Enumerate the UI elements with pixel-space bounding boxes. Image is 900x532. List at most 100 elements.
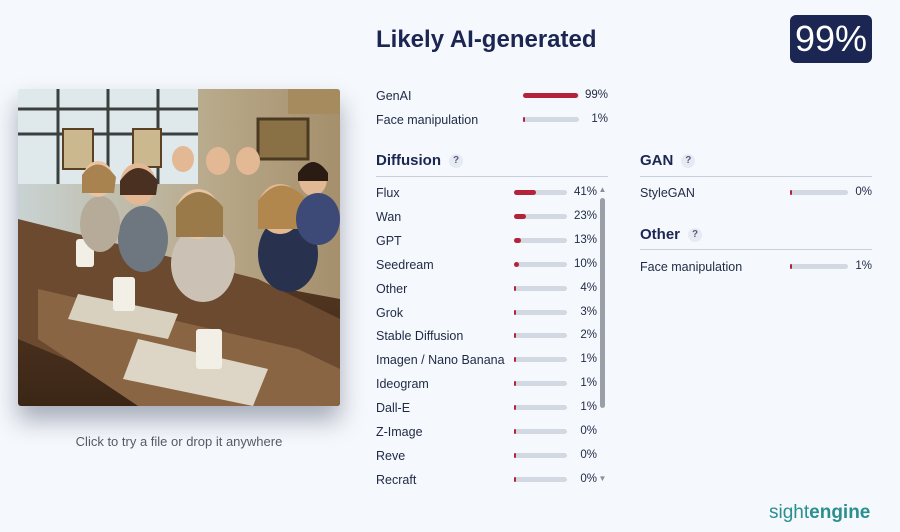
score-bar-fill <box>514 476 516 482</box>
score-row: GenAI 99% <box>376 86 616 106</box>
brand-part-1: sight <box>769 502 810 523</box>
score-label: Grok <box>376 305 404 320</box>
score-bar <box>514 333 567 339</box>
score-label: Other <box>376 281 408 296</box>
score-percent: 0% <box>855 186 872 198</box>
score-row: Stable Diffusion 2% <box>376 326 598 346</box>
score-bar <box>514 285 567 291</box>
score-bar-fill <box>790 190 792 195</box>
score-bar <box>514 213 567 219</box>
diffusion-section-title: Diffusion? <box>376 152 463 169</box>
score-bar-fill <box>514 261 519 267</box>
score-bar <box>514 476 567 482</box>
scroll-down-icon[interactable]: ▼ <box>598 475 607 483</box>
score-label: GPT <box>376 233 402 248</box>
score-bar-fill <box>790 264 792 269</box>
score-bar <box>514 261 567 267</box>
score-bar <box>514 452 567 458</box>
score-bar <box>514 381 567 387</box>
score-bar-fill <box>514 309 516 315</box>
score-row: Other 4% <box>376 279 598 299</box>
score-row: Reve 0% <box>376 446 598 466</box>
help-icon[interactable]: ? <box>681 154 696 168</box>
section-divider <box>376 176 608 177</box>
score-percent: 2% <box>580 329 597 342</box>
score-label: Face manipulation <box>640 260 743 274</box>
score-percent: 99% <box>584 89 608 101</box>
score-percent: 1% <box>855 260 872 272</box>
score-bar <box>514 237 567 243</box>
scroll-thumb[interactable] <box>600 198 605 408</box>
score-bar-fill <box>514 452 516 458</box>
score-row: Dall-E 1% <box>376 398 598 418</box>
score-label: Dall-E <box>376 401 411 416</box>
help-icon[interactable]: ? <box>449 154 463 168</box>
score-percent: 0% <box>580 448 597 461</box>
score-row: Flux 41% <box>376 183 598 203</box>
diffusion-scrollbar[interactable]: ▲ ▼ <box>598 184 607 486</box>
score-label: Stable Diffusion <box>376 329 464 344</box>
score-label: Ideogram <box>376 377 429 392</box>
score-bar-fill <box>523 117 525 122</box>
score-bar <box>514 190 567 195</box>
score-bar-fill <box>514 285 516 291</box>
score-percent: 0% <box>580 472 597 485</box>
brand-logo[interactable]: sightengine <box>769 502 870 524</box>
score-bar-fill <box>514 357 516 363</box>
score-percent: 1% <box>580 377 597 390</box>
score-row: Seedream 10% <box>376 255 598 275</box>
score-percent: 13% <box>573 233 597 246</box>
score-bar <box>514 429 567 434</box>
score-label: Recraft <box>376 472 417 487</box>
uploaded-image[interactable] <box>18 89 340 406</box>
score-bar <box>514 357 567 363</box>
gan-title: GAN <box>640 152 674 169</box>
help-icon[interactable]: ? <box>688 228 703 242</box>
score-label: Reve <box>376 448 406 463</box>
score-row: Ideogram 1% <box>376 374 598 394</box>
section-divider <box>640 249 872 250</box>
score-bar <box>523 93 579 98</box>
score-bar-fill <box>514 237 521 243</box>
score-bar-fill <box>514 213 526 219</box>
score-label: Seedream <box>376 257 434 272</box>
score-bar-fill <box>523 93 578 98</box>
score-percent: 1% <box>580 401 597 414</box>
score-label: GenAI <box>376 89 412 103</box>
score-percent: 41% <box>573 186 597 198</box>
diffusion-title: Diffusion <box>376 152 441 169</box>
result-headline: Likely AI-generated <box>376 26 597 53</box>
score-bar <box>514 405 567 411</box>
score-percent: 10% <box>573 257 597 270</box>
score-bar-fill <box>514 333 516 339</box>
score-row: StyleGAN 0% <box>640 183 872 203</box>
score-row: Face manipulation 1% <box>640 257 872 277</box>
score-bar-fill <box>514 405 516 411</box>
score-percent: 1% <box>580 353 597 366</box>
score-label: Wan <box>376 209 402 224</box>
score-bar-fill <box>514 381 516 387</box>
score-row: Imagen / Nano Banana 1% <box>376 350 598 370</box>
upload-hint[interactable]: Click to try a file or drop it anywhere <box>18 434 340 449</box>
score-label: StyleGAN <box>640 186 695 200</box>
score-label: Imagen / Nano Banana <box>376 353 505 368</box>
score-percent: 0% <box>580 425 597 437</box>
score-label: Flux <box>376 186 400 200</box>
score-bar <box>523 117 579 122</box>
section-divider <box>640 176 872 177</box>
score-row: Z-Image 0% <box>376 422 598 442</box>
score-row: Wan 23% <box>376 207 598 227</box>
score-bar-fill <box>514 190 536 195</box>
score-percent: 3% <box>580 305 597 318</box>
score-row: Grok 3% <box>376 303 598 323</box>
score-label: Z-Image <box>376 425 423 439</box>
score-row: Recraft 0% <box>376 470 598 490</box>
gan-section-title: GAN? <box>640 152 696 169</box>
score-bar <box>514 309 567 315</box>
score-percent: 4% <box>580 281 597 294</box>
scroll-up-icon[interactable]: ▲ <box>598 186 607 194</box>
other-title: Other <box>640 226 681 243</box>
classroom-photo <box>18 89 340 406</box>
score-row: GPT 13% <box>376 231 598 251</box>
score-label: Face manipulation <box>376 113 479 127</box>
